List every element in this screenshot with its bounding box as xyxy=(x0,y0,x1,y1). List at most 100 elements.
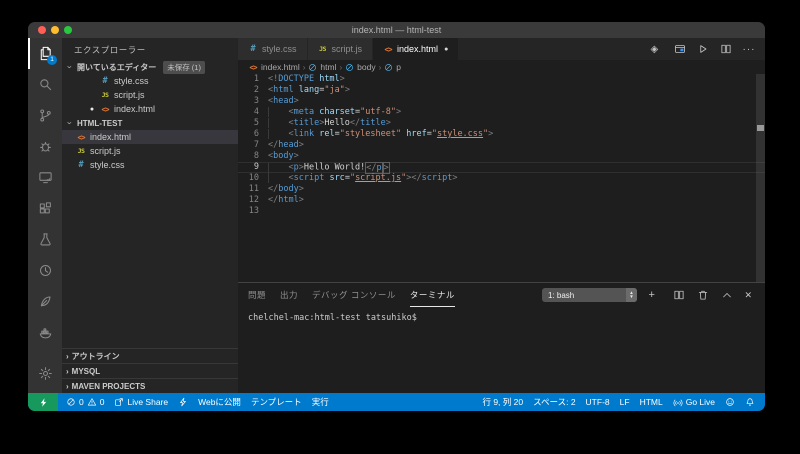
breadcrumb-item-html[interactable]: html xyxy=(308,62,336,72)
status-live-share[interactable]: Live Share xyxy=(109,393,173,411)
panel-tab-output[interactable]: 出力 xyxy=(280,283,298,307)
terminal[interactable]: chelchel-mac:html-test tatsuhiko$ xyxy=(238,307,765,393)
status-label: HTML xyxy=(640,397,663,407)
html-file-icon: <> xyxy=(248,63,258,72)
status-encoding[interactable]: UTF-8 xyxy=(581,393,615,411)
matching-tag-highlight: > xyxy=(383,162,390,174)
line-number: 1 xyxy=(238,74,268,85)
activity-item-settings[interactable] xyxy=(28,358,62,389)
kill-terminal-button[interactable] xyxy=(696,289,709,302)
maximize-panel-button[interactable] xyxy=(720,289,733,302)
open-editor-item[interactable]: JSscript.js xyxy=(62,88,238,102)
activity-item-extensions[interactable] xyxy=(28,193,62,224)
activity-item-debug[interactable] xyxy=(28,131,62,162)
remote-indicator[interactable] xyxy=(28,393,58,411)
line-number: 5 xyxy=(238,118,268,129)
activity-badge: 1 xyxy=(47,55,57,65)
activity-item-live-server[interactable] xyxy=(28,255,62,286)
run-icon xyxy=(697,43,709,55)
breadcrumb[interactable]: <>index.html›html›body›p xyxy=(238,60,765,74)
activity-item-feather[interactable] xyxy=(28,286,62,317)
status-indentation[interactable]: スペース: 2 xyxy=(528,393,580,411)
terminal-select[interactable]: 1: bash ▲▼ xyxy=(542,288,637,302)
line-number: 2 xyxy=(238,85,268,96)
symbol xyxy=(308,63,317,72)
feather-icon xyxy=(38,294,53,309)
code-editor[interactable]: 1<!DOCTYPE html>2<html lang="ja">3<head>… xyxy=(238,74,765,282)
tab-style.css[interactable]: #style.css xyxy=(238,38,308,60)
file-tree-item[interactable]: JSscript.js xyxy=(62,144,238,158)
chevron-up-icon xyxy=(721,289,733,301)
split-editor-button[interactable] xyxy=(719,43,732,56)
panel-tab-terminal[interactable]: ターミナル xyxy=(410,283,455,307)
run-file-button[interactable] xyxy=(696,43,709,56)
open-preview-button[interactable] xyxy=(673,43,686,56)
new-terminal-button[interactable]: + xyxy=(648,289,661,302)
line-number: 9 xyxy=(238,162,268,173)
sidebar-section-MAVEN PROJECTS[interactable]: ›MAVEN PROJECTS xyxy=(62,378,238,393)
explorer-sidebar: エクスプローラー ›開いているエディター未保存 (1)#style.cssJSs… xyxy=(62,38,238,393)
css-file-icon: # xyxy=(248,44,258,54)
line-number: 4 xyxy=(238,107,268,118)
status-eol-sequence[interactable]: LF xyxy=(615,393,635,411)
status-notifications[interactable] xyxy=(740,393,760,411)
status-thunder[interactable] xyxy=(173,393,193,411)
file-tree-item[interactable]: #style.css xyxy=(62,158,238,172)
file-name: index.html xyxy=(90,132,131,142)
js-file-icon: JS xyxy=(100,91,110,99)
search-icon xyxy=(38,77,53,92)
open-editor-item[interactable]: #style.css xyxy=(62,74,238,88)
tab-index.html[interactable]: <>index.html● xyxy=(373,38,459,60)
select-stepper-icon: ▲▼ xyxy=(626,288,637,302)
status-feedback[interactable] xyxy=(720,393,740,411)
panel-tab-problems[interactable]: 問題 xyxy=(248,283,266,307)
tab-script.js[interactable]: JSscript.js xyxy=(308,38,374,60)
code-text: <body> xyxy=(268,151,299,162)
breadcrumb-separator: › xyxy=(379,63,382,72)
close-panel-button[interactable]: ✕ xyxy=(744,289,757,302)
section-label: MAVEN PROJECTS xyxy=(72,382,146,391)
status-label: テンプレート xyxy=(251,396,302,408)
breadcrumb-item-body[interactable]: body xyxy=(345,62,375,72)
status-go-live[interactable]: Go Live xyxy=(668,393,720,411)
live-share-icon xyxy=(114,397,124,407)
code-line: 2<html lang="ja"> xyxy=(238,85,765,96)
section-label: アウトライン xyxy=(72,351,120,362)
split-terminal-button[interactable] xyxy=(672,289,685,302)
file-tree-item[interactable]: <>index.html xyxy=(62,130,238,144)
breadcrumb-item-index.html[interactable]: <>index.html xyxy=(248,62,300,72)
activity-item-source-control[interactable] xyxy=(28,100,62,131)
chevron-down-icon: › xyxy=(65,63,75,71)
source-control-icon xyxy=(38,108,53,123)
activity-item-test[interactable] xyxy=(28,224,62,255)
status-template[interactable]: テンプレート xyxy=(246,393,307,411)
symbol xyxy=(384,63,393,72)
sidebar-section-アウトライン[interactable]: ›アウトライン xyxy=(62,348,238,363)
code-line: 7</head> xyxy=(238,140,765,151)
code-line: 11</body> xyxy=(238,184,765,195)
panel-header: 問題出力デバッグ コンソールターミナル 1: bash ▲▼ + ✕ xyxy=(238,283,765,307)
code-line: 13 xyxy=(238,206,765,217)
panel-tab-debug-console[interactable]: デバッグ コンソール xyxy=(312,283,396,307)
activity-item-browser-preview[interactable] xyxy=(28,162,62,193)
editor-scrollbar[interactable] xyxy=(756,74,765,282)
format-document-button[interactable]: ◈ xyxy=(650,43,663,56)
code-text: <title>Hello</title> xyxy=(268,118,391,129)
title-bar[interactable]: index.html — html-test xyxy=(28,22,765,38)
activity-item-docker[interactable] xyxy=(28,317,62,348)
activity-item-search[interactable] xyxy=(28,69,62,100)
status-publish-to-web[interactable]: Webに公開 xyxy=(193,393,246,411)
split-terminal-icon xyxy=(673,289,685,301)
more-actions-button[interactable]: ··· xyxy=(742,43,755,56)
status-problems-status[interactable]: 00 xyxy=(61,393,109,411)
status-run-task[interactable]: 実行 xyxy=(307,393,334,411)
warning-icon xyxy=(87,397,97,407)
status-cursor-position[interactable]: 行 9, 列 20 xyxy=(477,393,528,411)
breadcrumb-item-p[interactable]: p xyxy=(384,62,401,72)
sidebar-section-MYSQL[interactable]: ›MYSQL xyxy=(62,363,238,378)
folder-header[interactable]: ›HTML-TEST xyxy=(62,116,238,130)
activity-item-explorer[interactable]: 1 xyxy=(28,38,62,69)
open-editors-header[interactable]: ›開いているエディター未保存 (1) xyxy=(62,60,238,74)
open-editor-item[interactable]: ●<>index.html xyxy=(62,102,238,116)
status-language-mode[interactable]: HTML xyxy=(635,393,668,411)
